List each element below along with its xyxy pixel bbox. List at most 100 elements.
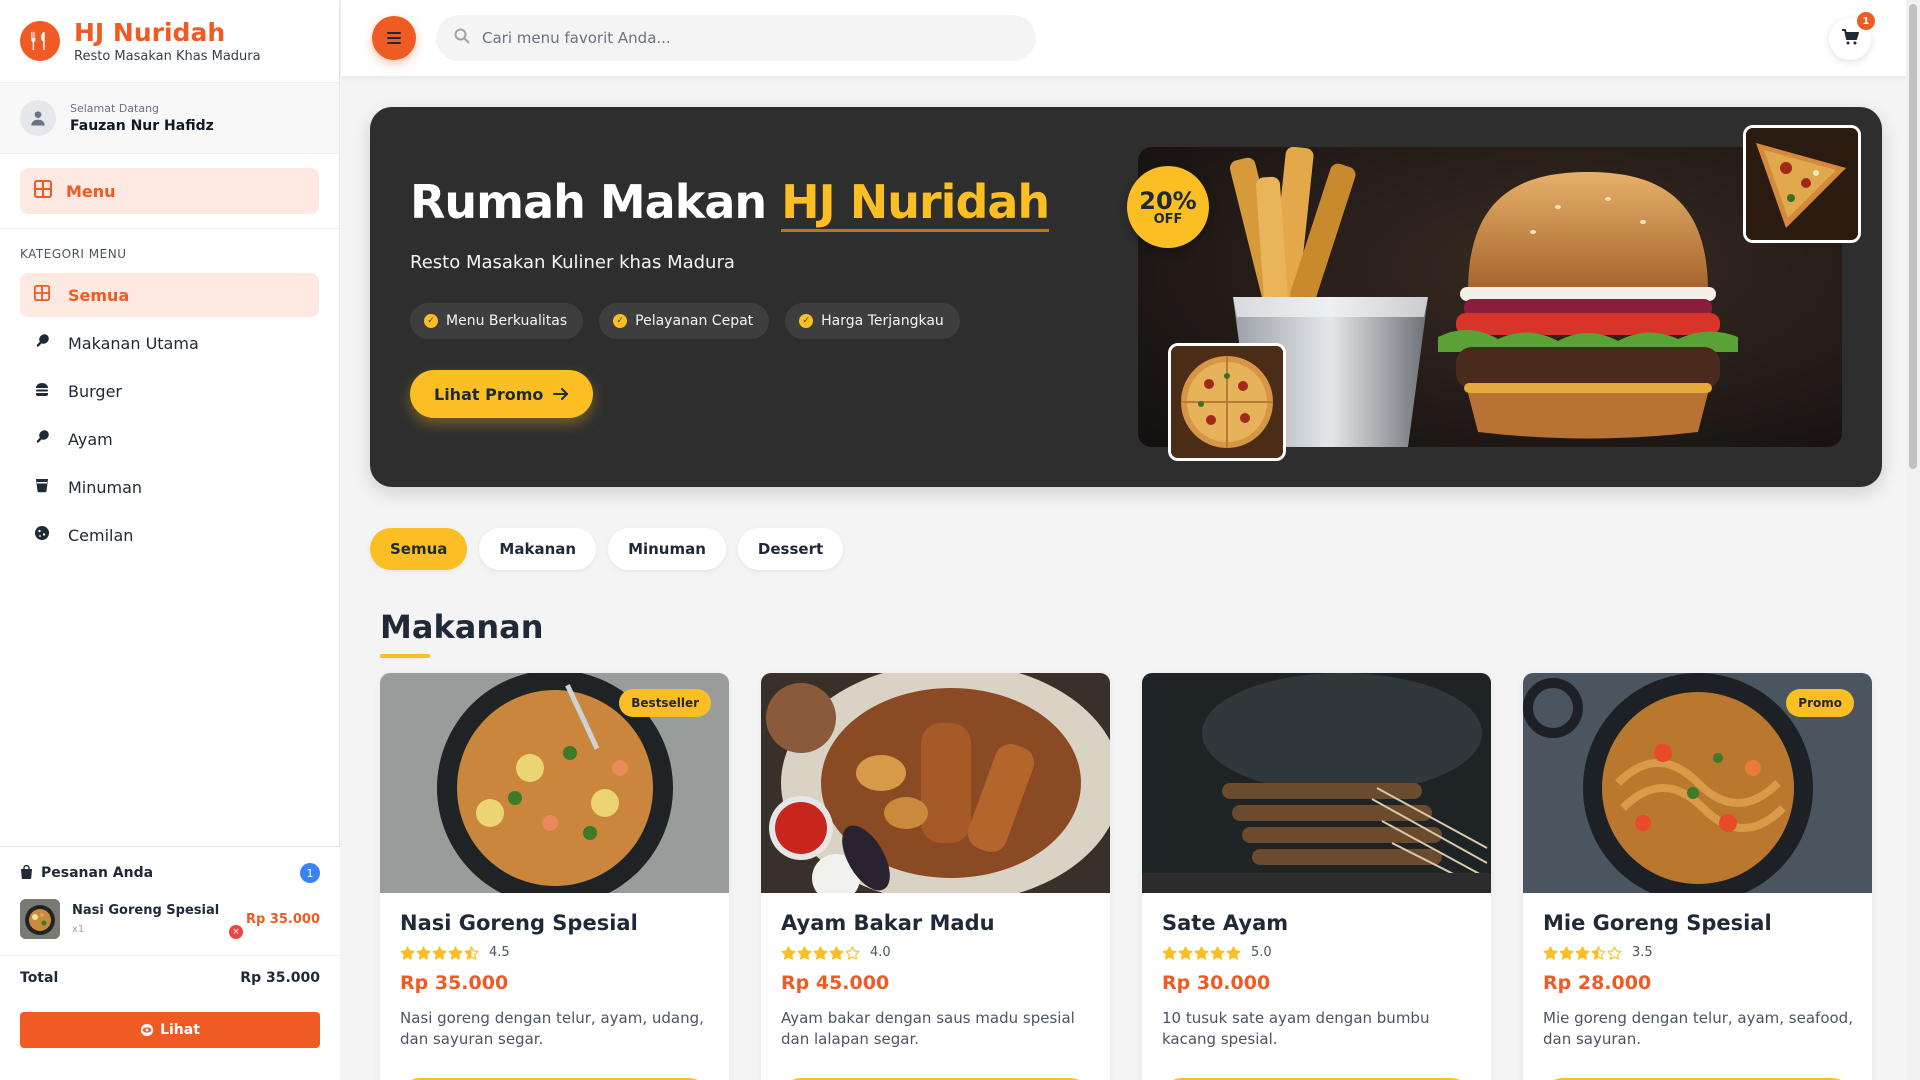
filter-tab-semua[interactable]: Semua [370,528,468,570]
cart-icon [1841,29,1859,49]
page-scrollbar[interactable] [1906,0,1920,1080]
star-full-icon [797,945,812,960]
category-item-ayam[interactable]: Ayam [20,417,319,461]
product-card[interactable]: Ayam Bakar Madu 4.0 Rp 45.000 Ayam bakar… [761,673,1110,1080]
topbar: 1 [341,0,1920,76]
eye-icon [140,1023,154,1037]
view-order-button[interactable]: Lihat [20,1012,320,1048]
star-full-icon [1178,945,1193,960]
rating-value: 4.0 [870,945,891,960]
product-card[interactable]: Sate Ayam 5.0 Rp 30.000 10 tusuk sate ay… [1142,673,1491,1080]
hero-title: Rumah Makan HJ Nuridah [410,175,1050,232]
pizza-thumbnail[interactable] [1168,343,1286,461]
discount-word: OFF [1153,211,1183,227]
grid-icon [34,180,52,202]
drumstick-icon [34,429,50,449]
filter-tab-minuman[interactable]: Minuman [608,528,726,570]
product-rating: 4.5 [400,945,709,960]
order-item-name: Nasi Goreng Spesial [72,903,220,918]
view-promo-button[interactable]: Lihat Promo [410,370,594,418]
order-item: Nasi Goreng Spesial x1 Rp 35.000 × [0,883,340,939]
total-label: Total [20,970,59,986]
filter-tab-makanan[interactable]: Makanan [479,528,597,570]
discount-badge: 20% OFF [1127,166,1209,248]
nav-menu[interactable]: Menu [20,168,319,214]
brand[interactable]: HJ Nuridah Resto Masakan Khas Madura [0,0,339,83]
product-card[interactable]: Promo Mie Goreng Spesial 3.5 Rp 28.000 M… [1523,673,1872,1080]
nav-menu-label: Menu [66,181,116,201]
star-full-icon [400,945,415,960]
discount-percent: 20% [1139,186,1197,215]
category-item-makanan-utama[interactable]: Makanan Utama [20,321,319,365]
star-full-icon [781,945,796,960]
pizza-thumbnail[interactable] [1743,125,1861,243]
order-count-badge: 1 [300,863,320,883]
product-image: Bestseller [380,673,729,893]
user-avatar-icon [20,100,56,136]
product-price: Rp 35.000 [400,972,509,994]
arrow-right-icon [553,387,569,401]
filter-tab-dessert[interactable]: Dessert [737,528,844,570]
rating-value: 3.5 [1632,945,1653,960]
star-half-icon [1591,945,1606,960]
star-full-icon [1162,945,1177,960]
sidebar: HJ Nuridah Resto Masakan Khas Madura Sel… [0,0,340,1080]
cup-icon [34,477,50,497]
product-rating: 3.5 [1543,945,1852,960]
category-item-burger[interactable]: Burger [20,369,319,413]
hero-title-prefix: Rumah Makan [410,175,782,229]
product-name: Sate Ayam [1162,911,1289,935]
product-badge: Promo [1786,689,1854,717]
category-item-semua[interactable]: Semua [20,273,319,317]
brand-title: HJ Nuridah [74,17,226,47]
product-card[interactable]: Bestseller Nasi Goreng Spesial 4.5 Rp 35… [380,673,729,1080]
feature-chip: ✓ Pelayanan Cepat [599,303,770,339]
rating-stars [400,945,479,960]
product-image [1142,673,1491,893]
category-heading: KATEGORI MENU [20,247,127,261]
scrollbar-thumb[interactable] [1909,4,1917,469]
category-label: Minuman [68,477,143,497]
remove-item-icon[interactable]: × [229,925,243,939]
drumstick-icon [34,333,50,353]
star-full-icon [432,945,447,960]
product-grid: Bestseller Nasi Goreng Spesial 4.5 Rp 35… [380,673,1872,1080]
category-item-cemilan[interactable]: Cemilan [20,513,319,557]
category-label: Semua [68,285,130,305]
product-name: Mie Goreng Spesial [1543,911,1772,935]
total-value: Rp 35.000 [240,970,320,986]
category-list: Semua Makanan Utama Burger Ayam Minuman … [0,273,339,557]
star-full-icon [1194,945,1209,960]
feature-label: Pelayanan Cepat [635,313,754,329]
search-input[interactable] [482,29,1002,47]
order-item-thumbnail [20,899,60,939]
search-bar [436,15,1036,61]
hero-banner: Rumah Makan HJ Nuridah Resto Masakan Kul… [370,107,1882,487]
product-image: Promo [1523,673,1872,893]
order-panel: Pesanan Anda 1 Nasi Goreng Spesial x1 Rp… [0,846,340,1080]
star-full-icon [1559,945,1574,960]
burger-icon [34,381,50,401]
grid-icon [34,285,50,305]
section-underline [380,654,430,658]
hamburger-menu-button[interactable] [372,16,416,60]
feature-chip: ✓ Menu Berkualitas [410,303,584,339]
bag-icon [20,864,33,883]
product-price: Rp 28.000 [1543,972,1652,994]
user-name: Fauzan Nur Hafidz [70,118,214,134]
hero-title-highlight: HJ Nuridah [781,175,1050,232]
category-item-minuman[interactable]: Minuman [20,465,319,509]
brand-subtitle: Resto Masakan Khas Madura [74,48,261,64]
feature-label: Menu Berkualitas [446,313,568,329]
category-label: Burger [68,381,122,401]
rating-value: 5.0 [1251,945,1272,960]
order-item-qty: x1 [72,924,85,935]
order-total: Total Rp 35.000 [0,956,340,986]
view-order-label: Lihat [160,1022,200,1038]
star-full-icon [416,945,431,960]
product-price: Rp 30.000 [1162,972,1271,994]
cart-count-badge: 1 [1857,12,1875,30]
utensils-icon [20,21,60,61]
rating-stars [1162,945,1241,960]
order-item-price: Rp 35.000 [245,911,320,927]
